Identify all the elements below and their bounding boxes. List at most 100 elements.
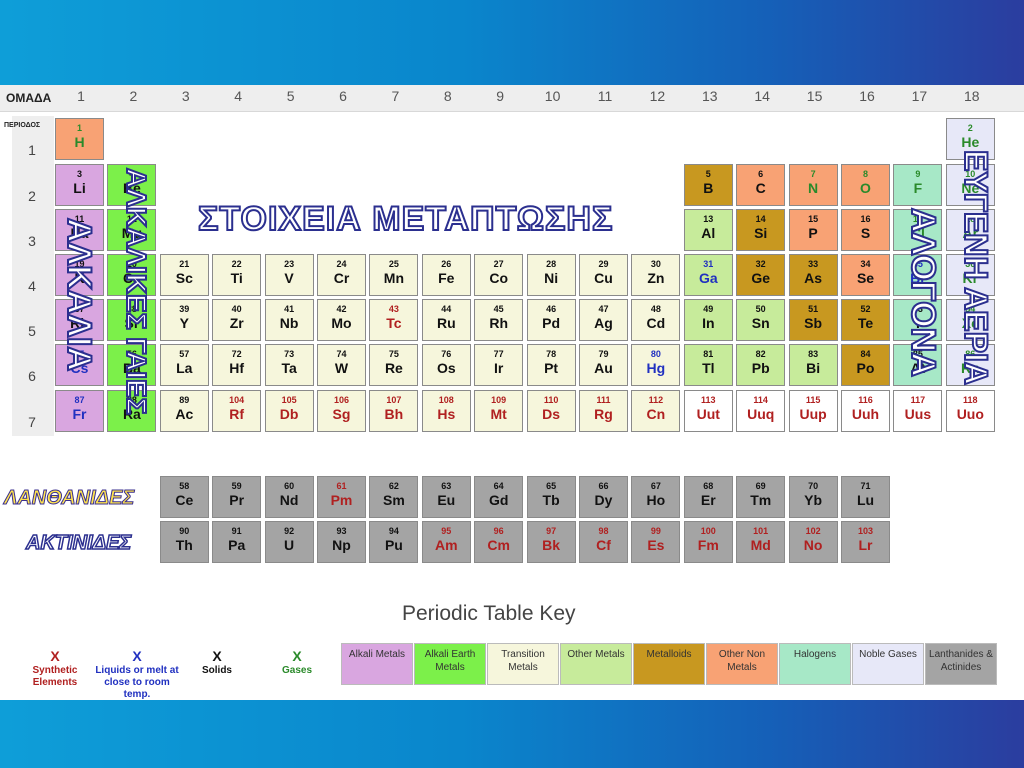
element-cell[interactable]: 3 Li (55, 164, 104, 206)
element-cell[interactable]: 100 Fm (683, 521, 733, 563)
element-cell[interactable]: 76 Os (421, 344, 471, 386)
element-cell[interactable]: 67 Ho (631, 476, 681, 518)
element-cell[interactable]: 5B (683, 164, 733, 206)
element-symbol: B (703, 180, 714, 196)
element-cell[interactable]: 34 Se (841, 254, 890, 296)
element-cell[interactable]: 14 Si (736, 209, 786, 251)
element-cell[interactable]: 49 In (683, 299, 733, 341)
element-cell[interactable]: 22 Ti (212, 254, 262, 296)
element-cell[interactable]: 32 Ge (736, 254, 786, 296)
element-cell[interactable]: 118 Uuo (945, 390, 995, 432)
element-cell[interactable]: 87 Fr (55, 390, 104, 432)
element-cell[interactable]: 33 As (788, 254, 838, 296)
element-cell[interactable]: 52 Te (841, 299, 890, 341)
element-cell[interactable]: 31 Ga (683, 254, 733, 296)
element-cell[interactable]: 75 Re (369, 344, 419, 386)
element-cell[interactable]: 116 Uuh (841, 390, 890, 432)
element-cell[interactable]: 60 Nd (264, 476, 314, 518)
element-cell[interactable]: 42 Mo (317, 299, 366, 341)
element-cell[interactable]: 107 Bh (369, 390, 419, 432)
element-cell[interactable]: 108 Hs (421, 390, 471, 432)
element-cell[interactable]: 50 Sn (736, 299, 786, 341)
element-cell[interactable]: 98 Cf (579, 521, 628, 563)
element-cell[interactable]: 59 Pr (212, 476, 262, 518)
element-cell[interactable]: 66 Dy (579, 476, 628, 518)
element-cell[interactable]: 95 Am (421, 521, 471, 563)
element-cell[interactable]: 43 Tc (369, 299, 419, 341)
element-cell[interactable]: 101 Md (736, 521, 786, 563)
element-cell[interactable]: 93 Np (317, 521, 366, 563)
element-cell[interactable]: 46 Pd (526, 299, 576, 341)
element-cell[interactable]: 71 Lu (841, 476, 890, 518)
element-cell[interactable]: 47 Ag (579, 299, 628, 341)
element-cell[interactable]: 117 Uus (893, 390, 943, 432)
element-cell[interactable]: 6C (736, 164, 786, 206)
element-cell[interactable]: 80 Hg (631, 344, 681, 386)
element-cell[interactable]: 91 Pa (212, 521, 262, 563)
element-cell[interactable]: 102 No (788, 521, 838, 563)
element-cell[interactable]: 92 U (264, 521, 314, 563)
element-cell[interactable]: 26 Fe (421, 254, 471, 296)
element-cell[interactable]: 113 Uut (683, 390, 733, 432)
element-cell[interactable]: 81 Tl (683, 344, 733, 386)
element-cell[interactable]: 79 Au (579, 344, 628, 386)
element-cell[interactable]: 111 Rg (579, 390, 628, 432)
element-cell[interactable]: 23 V (264, 254, 314, 296)
element-cell[interactable]: 48 Cd (631, 299, 681, 341)
element-cell[interactable]: 90 Th (159, 521, 209, 563)
element-cell[interactable]: 58 Ce (159, 476, 209, 518)
element-cell[interactable]: 16 S (841, 209, 890, 251)
element-cell[interactable]: 61 Pm (317, 476, 366, 518)
element-cell[interactable]: 62 Sm (369, 476, 419, 518)
element-cell[interactable]: 7N (788, 164, 838, 206)
element-cell[interactable]: 45 Rh (474, 299, 524, 341)
element-cell[interactable]: 15 P (788, 209, 838, 251)
element-cell[interactable]: 70 Yb (788, 476, 838, 518)
element-cell[interactable]: 114 Uuq (736, 390, 786, 432)
element-cell[interactable]: 105 Db (264, 390, 314, 432)
state-label: Synthetic Elements (32, 665, 78, 688)
element-cell[interactable]: 82 Pb (736, 344, 786, 386)
element-cell[interactable]: 9F (893, 164, 943, 206)
element-cell[interactable]: 65 Tb (526, 476, 576, 518)
element-cell[interactable]: 69 Tm (736, 476, 786, 518)
element-cell[interactable]: 99 Es (631, 521, 681, 563)
element-cell[interactable]: 51 Sb (788, 299, 838, 341)
element-cell[interactable]: 63 Eu (421, 476, 471, 518)
element-cell[interactable]: 1H (55, 118, 104, 160)
element-cell[interactable]: 27 Co (474, 254, 524, 296)
element-cell[interactable]: 8O (841, 164, 890, 206)
element-cell[interactable]: 74 W (317, 344, 366, 386)
element-cell[interactable]: 57 La (159, 344, 209, 386)
element-cell[interactable]: 104 Rf (212, 390, 262, 432)
element-cell[interactable]: 96 Cm (474, 521, 524, 563)
element-cell[interactable]: 112 Cn (631, 390, 681, 432)
element-cell[interactable]: 78 Pt (526, 344, 576, 386)
element-cell[interactable]: 68 Er (683, 476, 733, 518)
element-cell[interactable]: 40 Zr (212, 299, 262, 341)
element-cell[interactable]: 94 Pu (369, 521, 419, 563)
element-cell[interactable]: 97 Bk (526, 521, 576, 563)
element-cell[interactable]: 64 Gd (474, 476, 524, 518)
element-cell[interactable]: 106 Sg (317, 390, 366, 432)
element-cell[interactable]: 29 Cu (579, 254, 628, 296)
element-cell[interactable]: 72 Hf (212, 344, 262, 386)
element-cell[interactable]: 103 Lr (841, 521, 890, 563)
element-cell[interactable]: 77 Ir (474, 344, 524, 386)
element-cell[interactable]: 21 Sc (159, 254, 209, 296)
element-cell[interactable]: 25 Mn (369, 254, 419, 296)
element-cell[interactable]: 13 Al (683, 209, 733, 251)
element-cell[interactable]: 44 Ru (421, 299, 471, 341)
element-cell[interactable]: 39 Y (159, 299, 209, 341)
element-cell[interactable]: 110 Ds (526, 390, 576, 432)
element-cell[interactable]: 41 Nb (264, 299, 314, 341)
element-cell[interactable]: 30 Zn (631, 254, 681, 296)
element-cell[interactable]: 89 Ac (159, 390, 209, 432)
element-cell[interactable]: 83 Bi (788, 344, 838, 386)
element-cell[interactable]: 73 Ta (264, 344, 314, 386)
element-cell[interactable]: 24 Cr (317, 254, 366, 296)
element-cell[interactable]: 84 Po (841, 344, 890, 386)
element-cell[interactable]: 115 Uup (788, 390, 838, 432)
element-cell[interactable]: 28 Ni (526, 254, 576, 296)
element-cell[interactable]: 109 Mt (474, 390, 524, 432)
